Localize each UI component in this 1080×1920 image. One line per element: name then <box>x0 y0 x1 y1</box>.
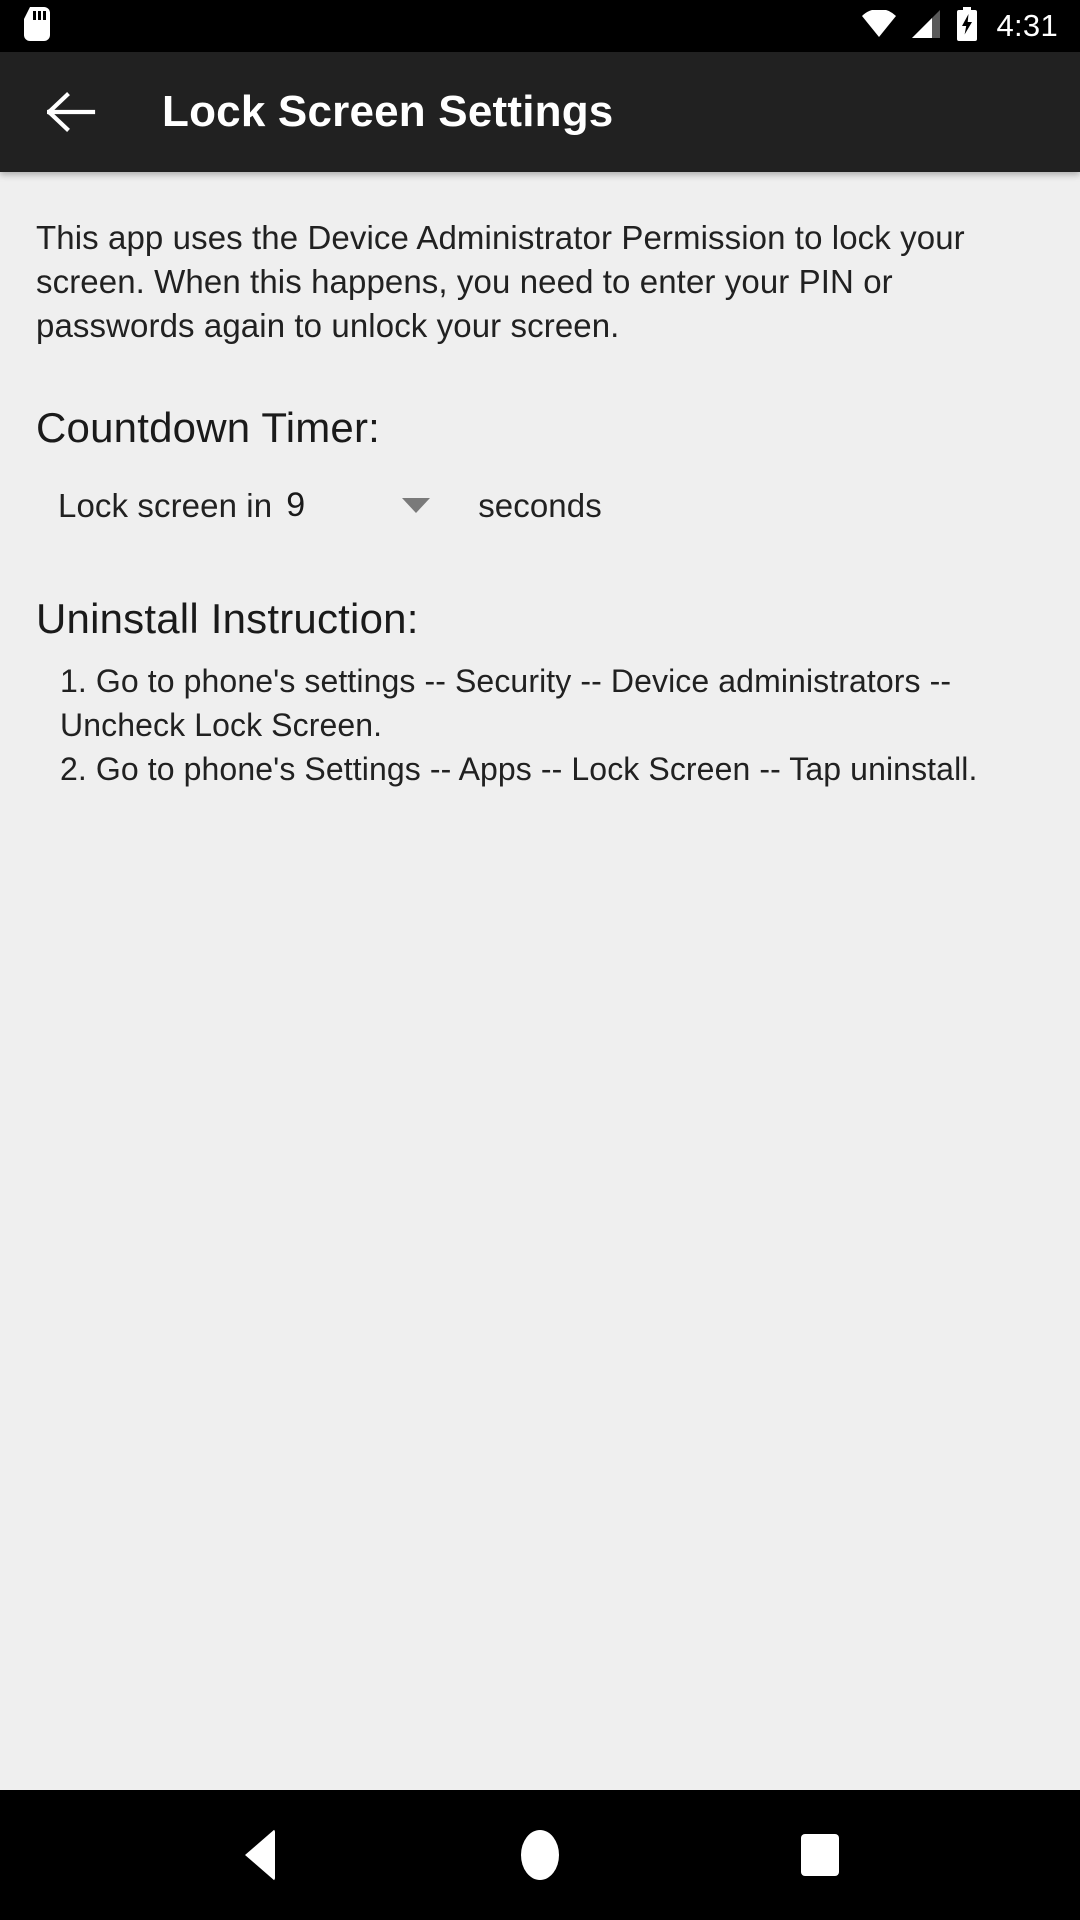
status-bar-left-icons <box>24 6 50 46</box>
seconds-unit-label: seconds <box>478 486 602 524</box>
triangle-back-icon <box>245 1829 275 1881</box>
status-bar: 4:31 <box>0 0 1080 52</box>
status-bar-clock: 4:31 <box>996 8 1058 43</box>
countdown-seconds-value: 9 <box>286 486 306 524</box>
battery-charging-icon <box>956 6 978 46</box>
list-item: 2. Go to phone's Settings -- Apps -- Loc… <box>60 751 978 787</box>
wifi-icon <box>862 8 897 43</box>
countdown-timer-row: Lock screen in 9 seconds <box>36 486 1044 525</box>
uninstall-instruction-heading: Uninstall Instruction: <box>36 595 419 642</box>
circle-home-icon <box>521 1830 559 1880</box>
caret-down-icon <box>402 498 431 513</box>
sd-card-icon <box>24 6 50 46</box>
square-recents-icon <box>801 1834 839 1876</box>
status-bar-right-icons: 4:31 <box>862 0 1058 52</box>
countdown-seconds-spinner[interactable]: 9 <box>286 486 436 525</box>
settings-content: This app uses the Device Administrator P… <box>0 172 1080 1790</box>
list-item: 1. Go to phone's settings -- Security --… <box>60 663 952 743</box>
cellular-signal-icon <box>910 9 942 43</box>
countdown-timer-heading: Countdown Timer: <box>36 404 381 451</box>
uninstall-steps-list: 1. Go to phone's settings -- Security --… <box>36 659 1044 791</box>
system-navigation-bar <box>0 1790 1080 1920</box>
page-title: Lock Screen Settings <box>162 87 614 136</box>
app-bar: Lock Screen Settings <box>0 52 1080 172</box>
nav-recents-button[interactable] <box>760 1790 880 1920</box>
nav-back-button[interactable] <box>200 1790 320 1920</box>
lock-screen-in-label: Lock screen in <box>58 486 273 524</box>
phone-screen: 4:31 Lock Screen Settings This app uses … <box>0 0 1080 1920</box>
permission-description: This app uses the Device Administrator P… <box>36 219 965 344</box>
nav-home-button[interactable] <box>480 1790 600 1920</box>
back-arrow-icon[interactable] <box>44 84 100 140</box>
